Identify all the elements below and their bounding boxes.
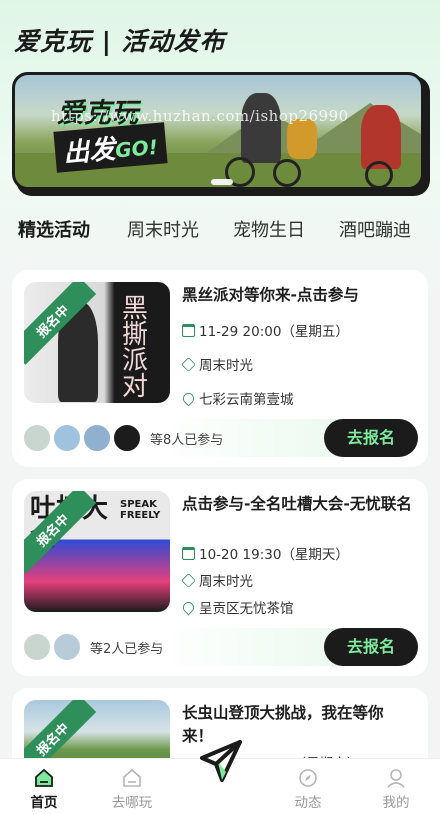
- signup-button[interactable]: 去报名: [324, 419, 418, 457]
- category-icon: [181, 356, 196, 372]
- poster-subtext: SPEAK FREELY: [120, 499, 161, 521]
- signup-button[interactable]: 去报名: [324, 628, 418, 666]
- user-icon: [387, 769, 405, 788]
- datetime-text: 10-20 19:30（星期天）: [199, 547, 349, 563]
- banner-slogan-text: 出发: [62, 134, 117, 170]
- publish-send-icon[interactable]: [196, 738, 246, 784]
- avatar[interactable]: [22, 423, 52, 453]
- activity-title[interactable]: 黑丝派对等你来-点击参与: [182, 284, 414, 307]
- calendar-icon: [182, 546, 195, 560]
- nav-home[interactable]: 首页: [14, 759, 74, 814]
- activity-poster[interactable]: 黑撕派对 报名中: [24, 282, 170, 403]
- cyclist-figure: [361, 105, 401, 169]
- location-text: 呈贡区无忧茶馆: [199, 601, 294, 617]
- activity-card[interactable]: 黑撕派对 报名中 黑丝派对等你来-点击参与 11-29 20:00（星期五） 周…: [12, 270, 428, 467]
- banner-slogan-go: GO!: [114, 134, 159, 163]
- tab-weekend[interactable]: 周末时光: [127, 216, 199, 242]
- nav-label: 去哪玩: [111, 795, 153, 811]
- nav-moments[interactable]: 动态: [278, 759, 338, 814]
- location-text: 七彩云南第壹城: [199, 392, 294, 408]
- category-icon: [181, 572, 196, 588]
- avatar[interactable]: [52, 423, 82, 453]
- category-text: 周末时光: [199, 574, 253, 590]
- activity-location: 呈贡区无忧茶馆: [180, 597, 294, 617]
- bike-wheel: [273, 159, 301, 187]
- cyclist-figure: [287, 119, 317, 159]
- joined-count: 等2人已参与: [90, 642, 164, 657]
- page-title: 爱克玩 | 活动发布: [14, 22, 226, 58]
- compass-icon: [299, 769, 317, 787]
- avatar[interactable]: [82, 423, 112, 453]
- category-tabs: 精选活动 周末时光 宠物生日 酒吧蹦迪: [0, 216, 440, 246]
- joined-count: 等8人已参与: [150, 433, 224, 448]
- carousel-indicator[interactable]: [211, 179, 233, 185]
- tab-featured[interactable]: 精选活动: [18, 216, 96, 242]
- avatar[interactable]: [112, 423, 142, 453]
- bike-wheel: [365, 161, 393, 187]
- activity-card[interactable]: 吐槽大会 SPEAK FREELY 报名中 点击参与-全名吐槽大会-无忧联名 1…: [12, 479, 428, 676]
- nav-explore[interactable]: 去哪玩: [102, 759, 162, 814]
- nav-label: 我的: [382, 795, 410, 811]
- activity-datetime: 11-29 20:00（星期五）: [182, 320, 349, 340]
- poster-calligraphy: 黑撕派对: [122, 294, 149, 402]
- activity-title[interactable]: 点击参与-全名吐槽大会-无忧联名: [182, 493, 414, 516]
- location-pin-icon: [180, 390, 197, 406]
- activity-poster[interactable]: 吐槽大会 SPEAK FREELY 报名中: [24, 491, 170, 612]
- activity-location: 七彩云南第壹城: [180, 388, 294, 408]
- calendar-icon: [182, 323, 195, 337]
- nav-label: 动态: [294, 795, 322, 811]
- page-title-text: 爱克玩 | 活动发布: [14, 27, 226, 56]
- activity-datetime: 10-20 19:30（星期天）: [182, 543, 349, 563]
- participants-bar: 等2人已参与 去报名: [22, 628, 418, 666]
- nav-profile[interactable]: 我的: [366, 759, 426, 814]
- tab-label: 精选活动: [18, 220, 90, 241]
- tab-pet-birthday[interactable]: 宠物生日: [233, 216, 305, 242]
- activity-category: 周末时光: [181, 570, 253, 590]
- banner-carousel[interactable]: 爱克玩 出发GO! https://www.huzhan.com/ishop26…: [12, 72, 430, 196]
- cyclist-figure: [241, 93, 281, 163]
- home-icon: [35, 768, 53, 787]
- activity-category: 周末时光: [181, 354, 253, 374]
- category-text: 周末时光: [199, 358, 253, 374]
- banner-watermark: https://www.huzhan.com/ishop26990: [51, 107, 349, 125]
- nav-label: 首页: [30, 795, 58, 811]
- avatar[interactable]: [52, 632, 82, 662]
- tab-bar-disco[interactable]: 酒吧蹦迪: [339, 216, 411, 242]
- banner-image[interactable]: 爱克玩 出发GO! https://www.huzhan.com/ishop26…: [12, 72, 424, 190]
- home-outline-icon: [123, 768, 141, 787]
- participants-bar: 等8人已参与 去报名: [22, 419, 418, 457]
- location-pin-icon: [180, 599, 197, 615]
- datetime-text: 11-29 20:00（星期五）: [199, 324, 349, 340]
- avatar[interactable]: [22, 632, 52, 662]
